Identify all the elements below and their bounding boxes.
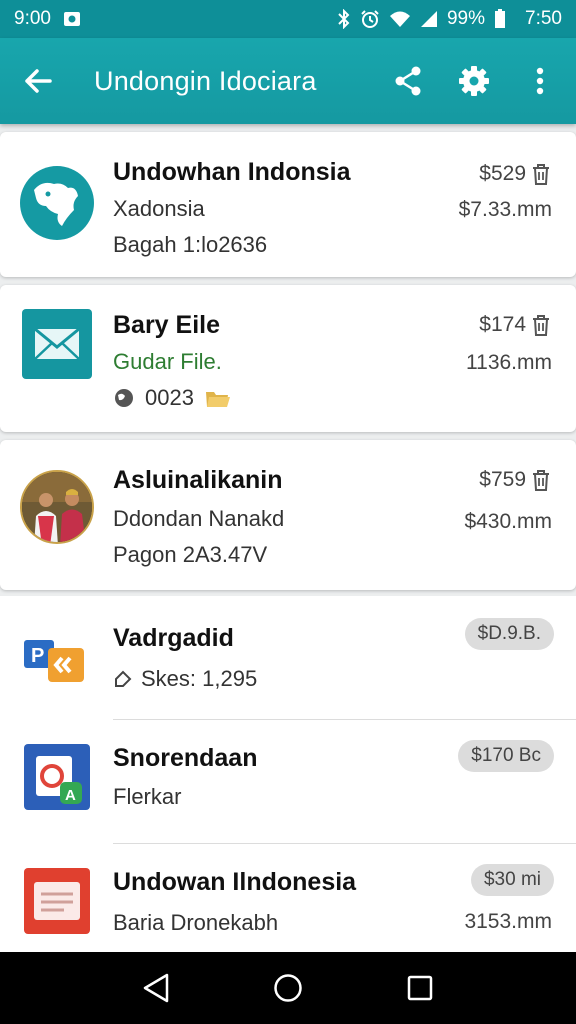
map-icon	[20, 166, 94, 240]
nav-recents-button[interactable]	[395, 963, 445, 1013]
status-time-right: 7:50	[525, 8, 562, 29]
globe-icon	[115, 389, 133, 407]
price-badge[interactable]: $D.9.B.	[464, 618, 554, 650]
back-arrow-icon	[25, 69, 52, 93]
list-item-secondary: 3153.mm	[464, 910, 552, 933]
list-item-subtitle-text: Flerkar	[113, 784, 182, 809]
notification-icon	[63, 11, 81, 27]
share-button[interactable]	[390, 61, 426, 101]
back-button[interactable]	[18, 61, 58, 101]
battery-icon	[494, 9, 506, 29]
list-item-subtitle-text: Baria Dronekabh	[113, 910, 279, 935]
list-item-title: Snorendaan	[113, 744, 258, 772]
card-meta: Pagon 2A3.47V	[113, 542, 267, 568]
card-meta-text: Pagon 2A3.47V	[113, 542, 268, 567]
card-secondary: $7.33.mm	[458, 198, 552, 221]
bluetooth-icon	[337, 9, 351, 29]
card-secondary: $430.mm	[464, 510, 552, 533]
docs-app-icon: A	[22, 742, 92, 812]
card-meta: Bagah 1:lo2636	[113, 232, 267, 258]
card-subtitle: Xadonsia	[113, 196, 205, 221]
list-item-subtitle-text: Skes: 1,295	[141, 666, 258, 691]
list-item[interactable]: A Snorendaan Flerkar $170 Bc	[0, 720, 576, 844]
card-meta: 0023	[113, 385, 232, 411]
list-item-title: Vadrgadid	[113, 624, 234, 652]
card-price: $529	[479, 162, 552, 186]
delete-icon[interactable]	[530, 468, 552, 492]
price-badge[interactable]: $170 Bc	[458, 740, 554, 772]
signal-icon	[420, 10, 438, 28]
card-price: $759	[479, 468, 552, 492]
list-item-title: Undowan Ilndonesia	[113, 868, 357, 896]
square-recents-icon	[407, 975, 433, 1001]
card-item[interactable]: Asluinalikanin Ddondan Nanakd Pagon 2A3.…	[0, 440, 576, 590]
list-item-subtitle: Skes: 1,295	[113, 666, 257, 692]
alarm-icon	[360, 9, 380, 29]
share-icon	[395, 66, 421, 96]
nav-home-button[interactable]	[263, 963, 313, 1013]
card-title: Bary Eile	[113, 311, 221, 339]
card-meta-text: Bagah 1:lo2636	[113, 232, 268, 257]
status-time-left: 9:00	[14, 8, 51, 29]
delete-icon[interactable]	[530, 313, 552, 337]
folder-icon	[205, 392, 230, 407]
list-item-subtitle: Flerkar	[113, 784, 181, 810]
svg-text:P: P	[31, 645, 44, 667]
presentation-app-icon: P	[22, 622, 92, 692]
card-subtitle: Gudar File.	[113, 349, 222, 374]
mail-icon	[22, 309, 92, 379]
list-item[interactable]: P Vadrgadid Skes: 1,295 $D.9.B.	[0, 596, 576, 720]
nav-back-button[interactable]	[131, 963, 181, 1013]
card-price-text: $529	[479, 162, 526, 185]
navigation-bar	[0, 952, 576, 1024]
card-price-text: $174	[479, 313, 526, 336]
content-area: Undowhan Indonsia Xadonsia Bagah 1:lo263…	[0, 124, 576, 952]
card-secondary: 1136.mm	[466, 351, 552, 374]
settings-button[interactable]	[456, 61, 492, 101]
status-bar: 9:00 99% 7:50	[0, 0, 576, 38]
app-title: Undongin Idociara	[94, 65, 317, 96]
card-price-text: $759	[479, 468, 526, 491]
app-bar: Undongin Idociara	[0, 38, 576, 124]
delete-icon[interactable]	[530, 162, 552, 186]
card-subtitle: Ddondan Nanakd	[113, 506, 285, 531]
list-item[interactable]: Undowan Ilndonesia Baria Dronekabh $30 m…	[0, 844, 576, 952]
app-list: P Vadrgadid Skes: 1,295 $D.9.B. A Snoren…	[0, 596, 576, 952]
people-photo	[20, 470, 94, 544]
gear-icon	[459, 66, 489, 96]
svg-text:A: A	[65, 787, 76, 804]
tag-icon	[115, 670, 132, 687]
battery-percent: 99%	[446, 8, 486, 29]
triangle-back-icon	[143, 973, 169, 1003]
wifi-icon	[389, 10, 411, 28]
card-meta-text: 0023	[145, 385, 194, 410]
card-title: Asluinalikanin	[113, 466, 283, 494]
card-price: $174	[479, 313, 552, 337]
card-title: Undowhan Indonsia	[113, 158, 351, 186]
card-item[interactable]: Undowhan Indonsia Xadonsia Bagah 1:lo263…	[0, 132, 576, 277]
circle-home-icon	[274, 974, 302, 1002]
price-badge[interactable]: $30 mi	[470, 864, 554, 896]
notes-app-icon	[22, 866, 92, 936]
list-item-subtitle: Baria Dronekabh	[113, 910, 278, 936]
more-vert-icon	[536, 67, 544, 95]
card-item[interactable]: Bary Eile Gudar File. 0023 $174 1136.mm	[0, 285, 576, 432]
overflow-menu-button[interactable]	[522, 61, 558, 101]
